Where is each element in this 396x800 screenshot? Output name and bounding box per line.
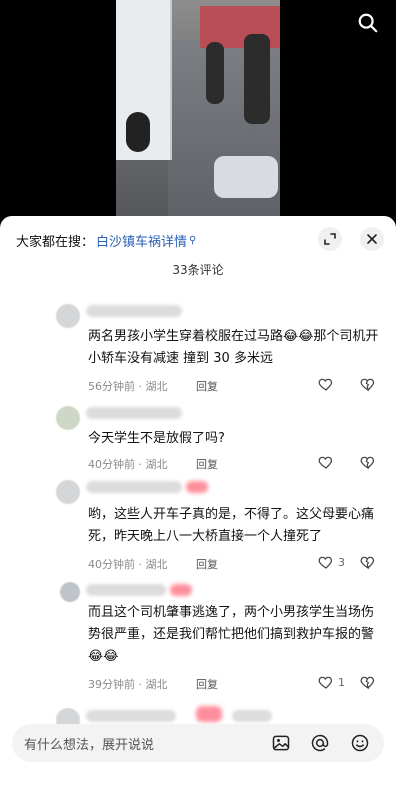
close-icon[interactable] <box>360 227 384 251</box>
trending-search-link[interactable]: 白沙镇车祸详情 <box>96 231 187 250</box>
avatar <box>60 582 80 602</box>
heart-icon <box>318 556 333 569</box>
username-blurred <box>86 710 176 722</box>
username-blurred <box>232 710 272 722</box>
at-mention-icon[interactable] <box>309 732 331 754</box>
collapse-icon[interactable] <box>318 227 342 251</box>
broken-heart-icon <box>360 456 375 470</box>
reply-button[interactable]: 回复 <box>196 556 218 572</box>
wheel <box>126 112 150 152</box>
dislike-button[interactable] <box>360 454 376 474</box>
comment-count: 33条评论 <box>172 263 224 277</box>
comment-text: 而且这个司机肇事逃逸了，两个小男孩学生当场伤势很严重，还是我们帮忙把他们搞到救护… <box>88 605 375 664</box>
dislike-button[interactable] <box>360 674 376 694</box>
comment-item: 今天学生不是放假了吗? 40分钟前 · 湖北 回复 <box>0 400 396 474</box>
comment-meta: 39分钟前 · 湖北 <box>88 678 168 691</box>
heart-icon <box>318 378 333 391</box>
trending-search: 大家都在搜： 白沙镇车祸详情 ⚲ <box>16 231 196 250</box>
like-count: 3 <box>338 555 345 569</box>
comment-input[interactable]: 有什么想法，展开说说 <box>12 724 384 762</box>
comment-item: 而且这个司机肇事逃逸了，两个小男孩学生当场伤势很严重，还是我们帮忙把他们搞到救护… <box>0 578 396 704</box>
comment-meta: 56分钟前 · 湖北 <box>88 380 168 393</box>
comment-text: 两名男孩小学生穿着校服在过马路😂😂那个司机开小轿车没有减速 撞到 30 多米远 <box>88 329 379 366</box>
heart-icon <box>318 456 333 469</box>
username-blurred <box>186 481 208 493</box>
injured-person <box>214 156 278 198</box>
comment-item: 两名男孩小学生穿着校服在过马路😂😂那个司机开小轿车没有减速 撞到 30 多米远 … <box>0 296 396 400</box>
comment-sheet: 大家都在搜： 白沙镇车祸详情 ⚲ 33条评论 两名男孩小学生穿着校服在过马路😂😂… <box>0 216 396 800</box>
avatar <box>56 480 80 504</box>
like-button[interactable]: 3 <box>318 554 345 570</box>
person <box>206 42 224 104</box>
reply-button[interactable]: 回复 <box>196 378 218 394</box>
comment-input-placeholder: 有什么想法，展开说说 <box>24 738 155 753</box>
video-background <box>0 0 396 218</box>
broken-heart-icon <box>360 556 375 570</box>
ambulance <box>116 0 172 160</box>
trending-search-prefix: 大家都在搜： <box>16 235 95 250</box>
person <box>244 34 270 124</box>
dislike-button[interactable] <box>360 554 376 574</box>
search-icon[interactable] <box>354 9 382 37</box>
like-button[interactable] <box>318 376 334 392</box>
username-blurred <box>170 584 192 596</box>
broken-heart-icon <box>360 378 375 392</box>
comment-list: 两名男孩小学生穿着校服在过马路😂😂那个司机开小轿车没有减速 撞到 30 多米远 … <box>0 296 396 730</box>
emoji-icon[interactable] <box>349 732 371 754</box>
like-button[interactable] <box>318 454 334 470</box>
comment-text: 哟，这些人开车子真的是，不得了。这父母要心痛死，昨天晚上八一大桥直接一个人撞死了 <box>88 507 375 544</box>
reply-button[interactable]: 回复 <box>196 676 218 692</box>
broken-heart-icon <box>360 676 375 690</box>
username-blurred <box>86 305 182 317</box>
search-link-icon: ⚲ <box>189 235 197 246</box>
heart-icon <box>318 676 333 689</box>
dislike-button[interactable] <box>360 376 376 396</box>
username-blurred <box>86 584 166 596</box>
image-icon[interactable] <box>270 732 292 754</box>
username-blurred <box>86 481 182 493</box>
username-blurred <box>196 706 222 722</box>
username-blurred <box>86 407 182 419</box>
comment-item: 哟，这些人开车子真的是，不得了。这父母要心痛死，昨天晚上八一大桥直接一个人撞死了… <box>0 474 396 578</box>
like-button[interactable]: 1 <box>318 674 345 690</box>
comment-meta: 40分钟前 · 湖北 <box>88 458 168 471</box>
avatar <box>56 406 80 430</box>
video-frame <box>116 0 280 218</box>
comment-meta: 40分钟前 · 湖北 <box>88 558 168 571</box>
reply-button[interactable]: 回复 <box>196 456 218 472</box>
avatar <box>56 304 80 328</box>
like-count: 1 <box>338 675 345 689</box>
comment-text: 今天学生不是放假了吗? <box>88 431 225 446</box>
